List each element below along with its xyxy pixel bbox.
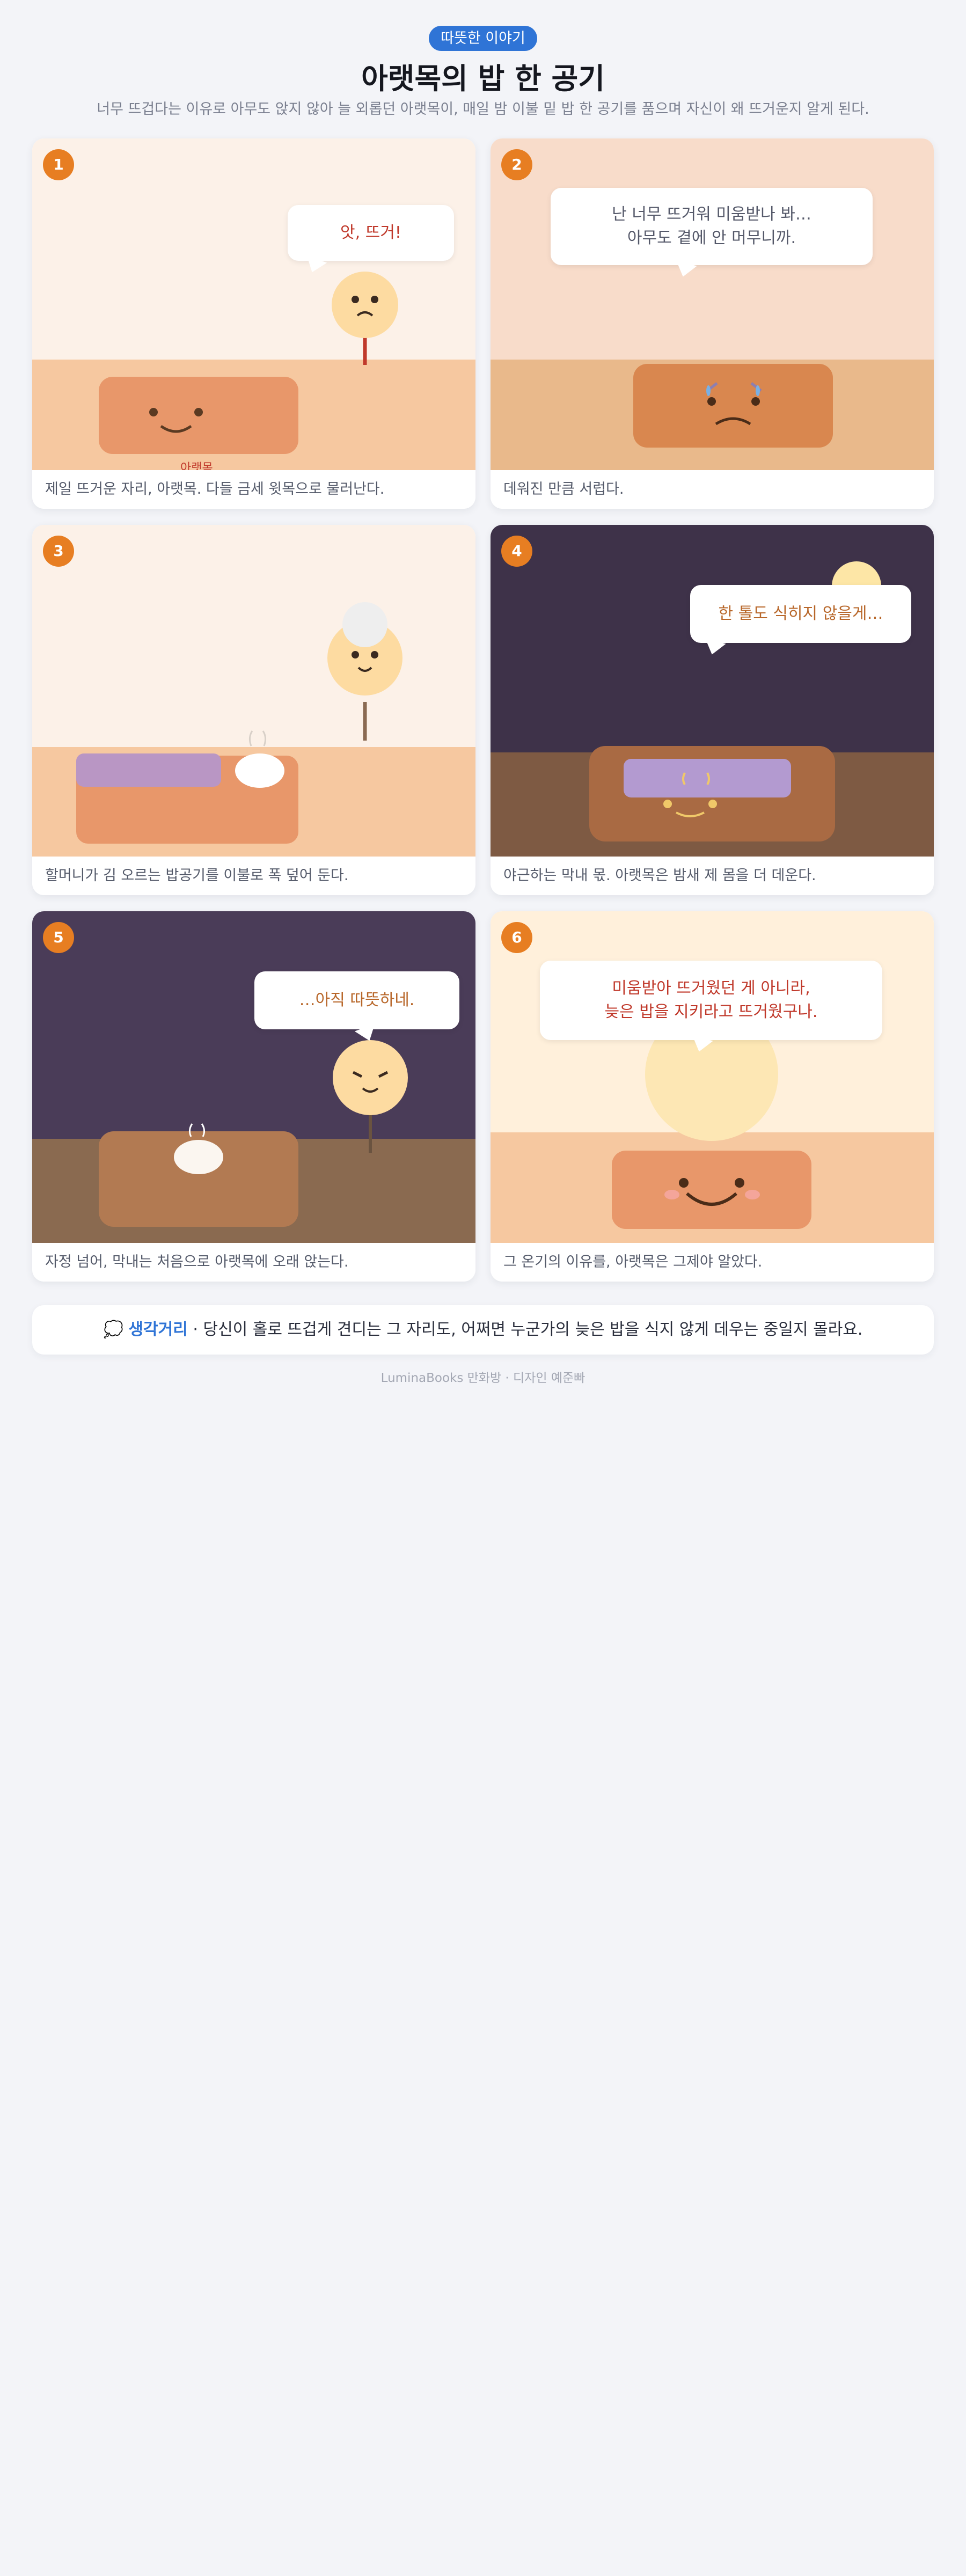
footer-credit: LuminaBooks 만화방 · 디자인 예준빠 bbox=[380, 1371, 586, 1385]
thought-box: 💭 생각거리 · 당신이 홀로 뜨겁게 견디는 그 자리도, 어쩌면 누군가의 … bbox=[32, 1305, 934, 1355]
speech-line: 미움받아 뜨거웠던 게 아니라, bbox=[612, 979, 810, 998]
panel-caption: 제일 뜨거운 자리, 아랫목. 다들 금세 윗목으로 물러난다. bbox=[32, 470, 475, 509]
speech-bubble: 난 너무 뜨거워 미움받나 봐… 아무도 곁에 안 머무니까. bbox=[551, 188, 873, 280]
comic-panel-2: 2 난 너무 뜨거워 미움받나 봐… 아무도 곁에 안 머무니까. 데워진 만큼… bbox=[491, 138, 934, 509]
rice-bowl bbox=[235, 753, 284, 788]
speech-balloon-icon: 💭 bbox=[103, 1320, 123, 1339]
thought-label: 생각거리 bbox=[128, 1320, 188, 1339]
speech-bubble: …아직 따뜻하네. bbox=[254, 971, 459, 1045]
panel-5-scene: 5 …아직 따뜻하네. bbox=[32, 911, 475, 1243]
panel-3-scene: 3 bbox=[32, 525, 475, 857]
panel-number-badge: 2 bbox=[501, 149, 532, 180]
grandma-hair bbox=[342, 602, 387, 647]
panel-caption: 야근하는 막내 몫. 아랫목은 밤새 제 몸을 더 데운다. bbox=[491, 857, 934, 895]
comic-panel-3: 3 할머니가 김 오르는 밥공기를 이불로 폭 덮어 둔다. bbox=[32, 525, 475, 895]
story-tag: 따뜻한 이야기 bbox=[429, 26, 537, 51]
arangmok-floor-character bbox=[633, 364, 833, 448]
panel-caption: 자정 넘어, 막내는 처음으로 아랫목에 오래 앉는다. bbox=[32, 1243, 475, 1282]
speech-line: 한 톨도 식히지 않을게… bbox=[718, 604, 883, 623]
comic-panel-1: 아랫목 1 앗, 뜨거! 제일 뜨거운 자리, 아랫목. 다들 금세 윗목으로 … bbox=[32, 138, 475, 509]
panel-2-scene: 2 난 너무 뜨거워 미움받나 봐… 아무도 곁에 안 머무니까. bbox=[491, 138, 934, 470]
page-title: 아랫목의 밥 한 공기 bbox=[361, 62, 605, 96]
panel-4-scene: 4 한 톨도 식히지 않을게… bbox=[491, 525, 934, 857]
panel-number-badge: 1 bbox=[43, 149, 74, 180]
comic-panel-6: 6 미움받아 뜨거웠던 게 아니라, 늦은 밥을 지키라고 뜨거웠구나. 그 온… bbox=[491, 911, 934, 1282]
panel-caption: 데워진 만큼 서럽다. bbox=[491, 470, 934, 509]
speech-bubble: 미움받아 뜨거웠던 게 아니라, 늦은 밥을 지키라고 뜨거웠구나. bbox=[540, 961, 882, 1055]
panel-caption: 할머니가 김 오르는 밥공기를 이불로 폭 덮어 둔다. bbox=[32, 857, 475, 895]
speech-line: 앗, 뜨거! bbox=[340, 223, 401, 242]
speech-line: 늦은 밥을 지키라고 뜨거웠구나. bbox=[604, 1002, 818, 1021]
thought-text: 당신이 홀로 뜨겁게 견디는 그 자리도, 어쩌면 누군가의 늦은 밥을 식지 … bbox=[203, 1320, 863, 1339]
speech-line: …아직 따뜻하네. bbox=[299, 991, 415, 1009]
panel-1-scene: 아랫목 1 앗, 뜨거! bbox=[32, 138, 475, 470]
blanket bbox=[624, 759, 791, 797]
arangmok-floor-character bbox=[612, 1151, 811, 1229]
panel-number-badge: 5 bbox=[43, 922, 74, 953]
panel-6-scene: 6 미움받아 뜨거웠던 게 아니라, 늦은 밥을 지키라고 뜨거웠구나. bbox=[491, 911, 934, 1243]
child-face bbox=[332, 272, 398, 338]
youngest-face bbox=[333, 1040, 408, 1115]
panel-number-badge: 6 bbox=[501, 922, 532, 953]
page-subtitle: 너무 뜨겁다는 이유로 아무도 앉지 않아 늘 외롭던 아랫목이, 매일 밤 이… bbox=[97, 101, 869, 118]
thought-separator: · bbox=[187, 1320, 203, 1339]
speech-line: 난 너무 뜨거워 미움받나 봐… bbox=[612, 205, 811, 224]
speech-bubble: 앗, 뜨거! bbox=[288, 205, 454, 276]
rice-bowl bbox=[174, 1140, 223, 1174]
panel-number-badge: 4 bbox=[501, 536, 532, 567]
blanket bbox=[76, 753, 221, 787]
comic-panel-5: 5 …아직 따뜻하네. 자정 넘어, 막내는 처음으로 아랫목에 오래 앉는다. bbox=[32, 911, 475, 1282]
speech-line: 아무도 곁에 안 머무니까. bbox=[627, 229, 796, 247]
panel-caption: 그 온기의 이유를, 아랫목은 그제야 알았다. bbox=[491, 1243, 934, 1282]
arangmok-name-label: 아랫목 bbox=[180, 462, 213, 470]
comic-panel-4: 4 한 톨도 식히지 않을게… 야근하는 막내 몫. 아랫목은 밤새 제 몸을 … bbox=[491, 525, 934, 895]
panel-number-badge: 3 bbox=[43, 536, 74, 567]
speech-bubble: 한 톨도 식히지 않을게… bbox=[690, 585, 911, 657]
